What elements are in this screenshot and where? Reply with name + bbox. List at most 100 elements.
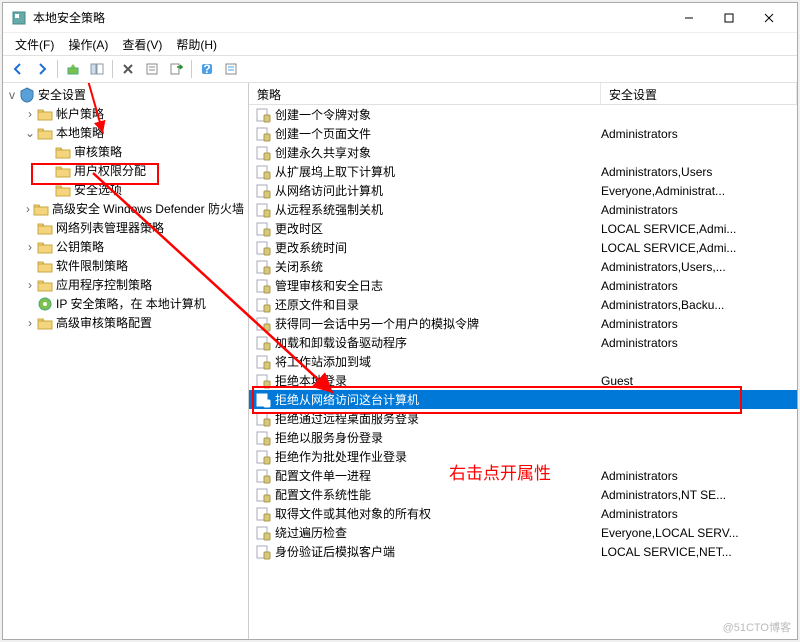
policy-row[interactable]: 获得同一会话中另一个用户的模拟令牌Administrators: [249, 314, 797, 333]
policy-setting: Administrators: [601, 127, 797, 141]
toolbar-separator: [57, 60, 58, 78]
policy-row[interactable]: 管理审核和安全日志Administrators: [249, 276, 797, 295]
up-button[interactable]: [62, 58, 84, 80]
policy-name: 从网络访问此计算机: [275, 182, 601, 199]
tree-item[interactable]: ›公钥策略: [3, 237, 248, 256]
tree-item[interactable]: ›高级审核策略配置: [3, 313, 248, 332]
properties-button[interactable]: [141, 58, 163, 80]
back-button[interactable]: [7, 58, 29, 80]
expand-icon[interactable]: ›: [23, 316, 37, 330]
policy-setting: Administrators: [601, 469, 797, 483]
policy-icon: [255, 449, 271, 465]
policy-icon: [255, 297, 271, 313]
policy-row[interactable]: 身份验证后模拟客户端LOCAL SERVICE,NET...: [249, 542, 797, 561]
collapse-icon[interactable]: ⌄: [23, 126, 37, 140]
column-security-setting[interactable]: 安全设置: [601, 83, 797, 104]
policy-row[interactable]: 拒绝以服务身份登录: [249, 428, 797, 447]
refresh-button[interactable]: [220, 58, 242, 80]
expand-icon[interactable]: ›: [23, 202, 33, 216]
tree-label: 安全设置: [38, 86, 86, 103]
policy-row[interactable]: 从网络访问此计算机Everyone,Administrat...: [249, 181, 797, 200]
policy-row[interactable]: 更改时区LOCAL SERVICE,Admi...: [249, 219, 797, 238]
policy-row[interactable]: 创建一个令牌对象: [249, 105, 797, 124]
policy-row[interactable]: 拒绝通过远程桌面服务登录: [249, 409, 797, 428]
policy-icon: [255, 164, 271, 180]
policy-icon: [255, 221, 271, 237]
titlebar: 本地安全策略: [3, 3, 797, 33]
policy-row[interactable]: 更改系统时间LOCAL SERVICE,Admi...: [249, 238, 797, 257]
close-button[interactable]: [749, 4, 789, 32]
policy-row[interactable]: 拒绝从网络访问这台计算机: [249, 390, 797, 409]
policy-icon: [255, 335, 271, 351]
policy-icon: [255, 430, 271, 446]
menu-help[interactable]: 帮助(H): [170, 34, 223, 55]
folder-icon: [55, 163, 71, 179]
policy-name: 从扩展坞上取下计算机: [275, 163, 601, 180]
policy-row[interactable]: 从远程系统强制关机Administrators: [249, 200, 797, 219]
policy-row[interactable]: 还原文件和目录Administrators,Backu...: [249, 295, 797, 314]
policy-row[interactable]: 从扩展坞上取下计算机Administrators,Users: [249, 162, 797, 181]
tree-item-label: 高级安全 Windows Defender 防火墙: [52, 200, 244, 217]
policy-icon: [255, 544, 271, 560]
policy-row[interactable]: 将工作站添加到域: [249, 352, 797, 371]
tree-item[interactable]: ›帐户策略: [3, 104, 248, 123]
policy-icon: [255, 468, 271, 484]
menu-file[interactable]: 文件(F): [9, 34, 60, 55]
tree-item[interactable]: ⌄本地策略: [3, 123, 248, 142]
expand-icon[interactable]: ›: [23, 107, 37, 121]
policy-icon: [255, 202, 271, 218]
security-icon: [19, 87, 35, 103]
export-button[interactable]: [165, 58, 187, 80]
policy-setting: Administrators,Backu...: [601, 298, 797, 312]
tree-item[interactable]: 审核策略: [3, 142, 248, 161]
folder-icon: [37, 239, 53, 255]
delete-button[interactable]: [117, 58, 139, 80]
tree-item[interactable]: 网络列表管理器策略: [3, 218, 248, 237]
tree-root[interactable]: v 安全设置: [3, 85, 248, 104]
policy-row[interactable]: 拒绝作为批处理作业登录: [249, 447, 797, 466]
policy-name: 创建一个页面文件: [275, 125, 601, 142]
tree-item[interactable]: › 高级安全 Windows Defender 防火墙: [3, 199, 248, 218]
policy-setting: Administrators: [601, 317, 797, 331]
folder-icon: [37, 277, 53, 293]
policy-row[interactable]: 取得文件或其他对象的所有权Administrators: [249, 504, 797, 523]
policy-name: 拒绝通过远程桌面服务登录: [275, 410, 601, 427]
expand-icon[interactable]: ›: [23, 240, 37, 254]
tree-item-label: 安全选项: [74, 181, 122, 198]
policy-row[interactable]: 配置文件单一进程Administrators: [249, 466, 797, 485]
policy-icon: [255, 240, 271, 256]
show-hide-tree-button[interactable]: [86, 58, 108, 80]
tree-item[interactable]: 软件限制策略: [3, 256, 248, 275]
tree-item[interactable]: 用户权限分配: [3, 161, 248, 180]
policy-icon: [255, 183, 271, 199]
policy-row[interactable]: 加载和卸载设备驱动程序Administrators: [249, 333, 797, 352]
forward-button[interactable]: [31, 58, 53, 80]
policy-row[interactable]: 创建一个页面文件Administrators: [249, 124, 797, 143]
expand-icon[interactable]: v: [5, 88, 19, 102]
tree-pane[interactable]: v 安全设置 ›帐户策略⌄本地策略审核策略用户权限分配安全选项 › 高级安全 Win…: [3, 83, 249, 639]
minimize-button[interactable]: [669, 4, 709, 32]
policy-row[interactable]: 配置文件系统性能Administrators,NT SE...: [249, 485, 797, 504]
tree-item[interactable]: IP 安全策略，在 本地计算机: [3, 294, 248, 313]
list-body[interactable]: 创建一个令牌对象创建一个页面文件Administrators创建永久共享对象从扩…: [249, 105, 797, 639]
menu-action[interactable]: 操作(A): [62, 34, 114, 55]
list-header: 策略 安全设置: [249, 83, 797, 105]
help-button[interactable]: ?: [196, 58, 218, 80]
policy-icon: [255, 392, 271, 408]
folder-icon: [37, 220, 53, 236]
tree-item[interactable]: 安全选项: [3, 180, 248, 199]
policy-row[interactable]: 绕过遍历检查Everyone,LOCAL SERV...: [249, 523, 797, 542]
policy-name: 配置文件单一进程: [275, 467, 601, 484]
tree-item[interactable]: ›应用程序控制策略: [3, 275, 248, 294]
policy-setting: Administrators,Users,...: [601, 260, 797, 274]
maximize-button[interactable]: [709, 4, 749, 32]
column-policy[interactable]: 策略: [249, 83, 601, 104]
policy-row[interactable]: 创建永久共享对象: [249, 143, 797, 162]
policy-row[interactable]: 拒绝本地登录Guest: [249, 371, 797, 390]
policy-icon: [255, 259, 271, 275]
menu-view[interactable]: 查看(V): [116, 34, 168, 55]
policy-name: 创建永久共享对象: [275, 144, 601, 161]
expand-icon[interactable]: ›: [23, 278, 37, 292]
policy-row[interactable]: 关闭系统Administrators,Users,...: [249, 257, 797, 276]
folder-icon: [37, 106, 53, 122]
